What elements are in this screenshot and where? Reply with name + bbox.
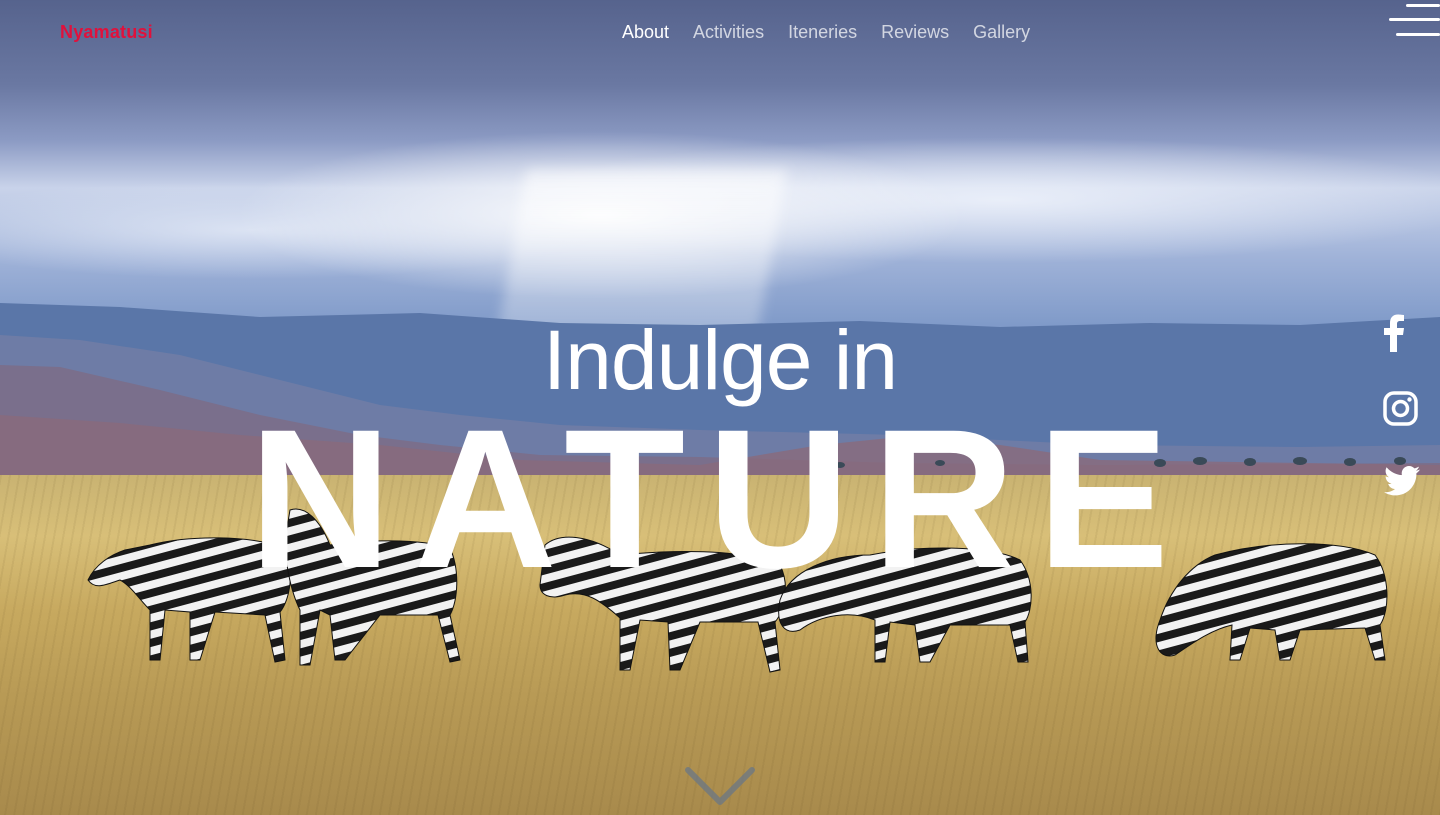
instagram-icon[interactable] (1383, 391, 1418, 426)
nav-item-gallery[interactable]: Gallery (973, 22, 1030, 43)
nav-item-reviews[interactable]: Reviews (881, 22, 949, 43)
hero-headline: NATURE (248, 388, 1192, 609)
twitter-icon[interactable] (1384, 466, 1420, 496)
facebook-icon[interactable] (1382, 314, 1406, 352)
brand-logo[interactable]: Nyamatusi (60, 22, 153, 43)
hamburger-menu-icon[interactable] (1389, 2, 1440, 38)
nav-item-iteneries[interactable]: Iteneries (788, 22, 857, 43)
chevron-down-icon[interactable] (684, 766, 756, 808)
nav-item-about[interactable]: About (622, 22, 669, 43)
main-nav: About Activities Iteneries Reviews Galle… (622, 22, 1054, 43)
nav-item-activities[interactable]: Activities (693, 22, 764, 43)
